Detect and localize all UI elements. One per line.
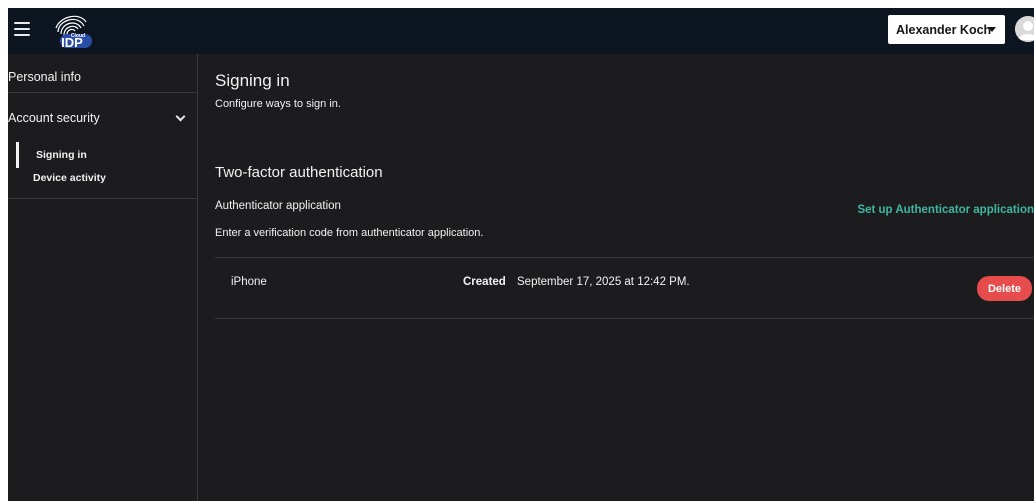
chevron-down-icon [175, 111, 186, 121]
sidebar-item-account-security[interactable]: Account security [8, 108, 198, 128]
user-icon [1015, 16, 1034, 42]
authenticator-title: Authenticator application [215, 200, 341, 212]
sidebar-item-signing-in[interactable]: Signing in [16, 142, 87, 168]
sidebar-item-label: Account security [8, 111, 100, 125]
divider [215, 257, 1034, 258]
main-content: Signing in Configure ways to sign in. Tw… [215, 54, 1034, 501]
page-subtitle: Configure ways to sign in. [215, 98, 341, 110]
sidebar-item-device-activity[interactable]: Device activity [16, 172, 106, 184]
device-name: iPhone [231, 276, 267, 288]
divider [8, 92, 198, 93]
top-bar: Cloud IDP Alexander Koch [8, 8, 1034, 54]
sidebar-item-personal-info[interactable]: Personal info [8, 70, 198, 90]
app-window: Cloud IDP Alexander Koch Personal info A… [8, 8, 1034, 501]
setup-authenticator-link[interactable]: Set up Authenticator application [857, 204, 1034, 216]
caret-down-icon [988, 27, 996, 32]
page-title: Signing in [215, 71, 290, 90]
svg-text:IDP: IDP [61, 35, 83, 50]
user-name: Alexander Koch [896, 22, 992, 37]
menu-icon[interactable] [14, 22, 30, 36]
created-value: September 17, 2025 at 12:42 PM. [517, 276, 690, 288]
sidebar: Personal info Account security Signing i… [8, 54, 198, 501]
divider [8, 198, 198, 199]
created-label: Created [463, 276, 506, 288]
avatar[interactable] [1015, 16, 1034, 42]
logo: Cloud IDP [55, 15, 92, 50]
section-title: Two-factor authentication [215, 164, 383, 181]
divider [215, 318, 1034, 319]
delete-button[interactable]: Delete [977, 276, 1032, 301]
user-menu-dropdown[interactable]: Alexander Koch [888, 15, 1005, 44]
authenticator-description: Enter a verification code from authentic… [215, 227, 484, 239]
